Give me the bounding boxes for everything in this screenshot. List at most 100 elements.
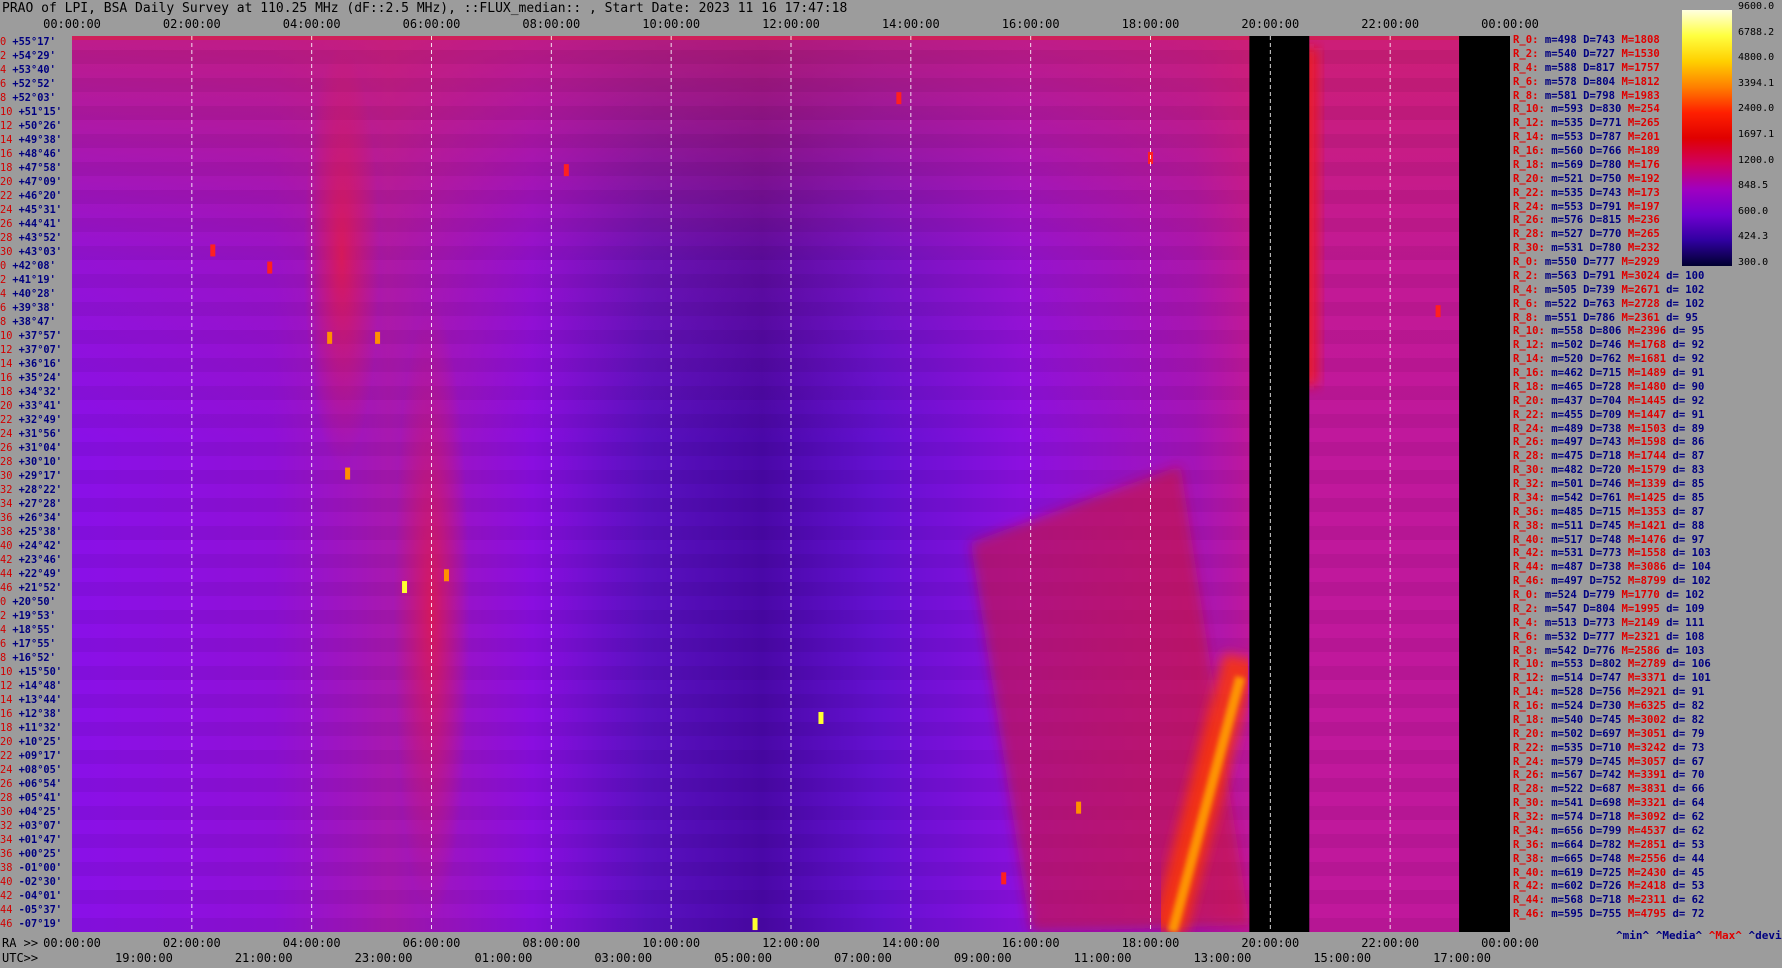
- stats-devia: d= 102: [1659, 283, 1705, 296]
- row-index-label: 18: [0, 386, 13, 398]
- stats-row: R_12: m=514 D=747 M=3371 d= 101: [1513, 672, 1711, 684]
- stats-label: R_38:: [1513, 519, 1545, 532]
- stats-row: R_10: m=593 D=830 M=254: [1513, 103, 1660, 115]
- stats-median: D=709: [1583, 408, 1622, 421]
- stats-label: R_0:: [1513, 34, 1539, 46]
- colorbar-tick-label: 2400.0: [1738, 103, 1775, 115]
- stats-max: M=2929: [1615, 256, 1660, 268]
- declination-label: 42 -04°01': [0, 891, 62, 902]
- stats-label: R_22:: [1513, 186, 1545, 199]
- declination-label: 4 +40°28': [0, 289, 56, 300]
- stats-max: M=201: [1621, 131, 1660, 144]
- stats-max: M=2396: [1621, 325, 1667, 338]
- stats-min: m=522: [1538, 297, 1577, 310]
- stats-min: m=535: [1544, 186, 1584, 199]
- row-index-label: 14: [0, 358, 13, 370]
- declination-label: 30 +04°25': [0, 807, 62, 818]
- declination-label: 10 +51°15': [0, 107, 62, 118]
- stats-median: D=687: [1583, 783, 1622, 796]
- stats-max: M=3057: [1621, 755, 1667, 768]
- stats-max: M=1447: [1621, 408, 1667, 421]
- stats-median: D=742: [1583, 769, 1622, 782]
- declination-value: +26°34': [12, 512, 63, 524]
- stats-median: D=777: [1576, 630, 1616, 643]
- stats-max: M=189: [1621, 145, 1660, 157]
- declination-label: 38 +25°38': [0, 527, 62, 538]
- stats-devia: d= 70: [1666, 769, 1705, 782]
- ra-axis-tick-label: 00:00:00: [1481, 936, 1539, 950]
- stats-label: R_24:: [1513, 422, 1545, 435]
- stats-row: R_8: m=551 D=786 M=2361 d= 95: [1513, 312, 1698, 324]
- colorbar-tick-label: 1200.0: [1738, 154, 1775, 166]
- stats-median: D=738: [1583, 422, 1622, 435]
- stats-row: R_10: m=558 D=806 M=2396 d= 95: [1513, 325, 1704, 337]
- row-index-label: 36: [0, 848, 13, 860]
- stats-max: M=1770: [1615, 589, 1660, 601]
- declination-label: 28 +30°10': [0, 457, 62, 468]
- stats-label: R_12:: [1513, 672, 1545, 685]
- declination-value: +39°38': [6, 302, 56, 314]
- row-index-label: 12: [0, 120, 13, 132]
- stats-median: D=791: [1583, 200, 1622, 213]
- row-index-label: 12: [0, 680, 13, 692]
- stats-min: m=588: [1538, 61, 1577, 74]
- declination-label: 32 +03°07': [0, 821, 62, 832]
- colorbar-tick-label: 6788.2: [1738, 26, 1775, 38]
- stats-label: R_12:: [1513, 117, 1545, 130]
- stats-median: D=727: [1576, 47, 1616, 60]
- ra-axis-tick-label: 04:00:00: [282, 936, 341, 950]
- declination-value: +13°44': [12, 694, 63, 706]
- stats-devia: d= 108: [1659, 630, 1705, 643]
- stats-label: R_28:: [1513, 783, 1545, 796]
- stats-min: m=576: [1544, 214, 1584, 227]
- blanked-region: [1249, 36, 1310, 932]
- stats-min: m=465: [1544, 380, 1584, 393]
- stats-max: M=1579: [1621, 464, 1667, 477]
- stats-label: R_38:: [1513, 852, 1545, 865]
- stats-min: m=553: [1544, 658, 1584, 671]
- declination-value: +06°54': [12, 778, 63, 790]
- stats-median: D=787: [1583, 131, 1622, 144]
- declination-value: +27°28': [12, 498, 63, 510]
- stats-min: m=578: [1538, 75, 1577, 88]
- stats-row: R_8: m=581 D=798 M=1983: [1513, 90, 1660, 102]
- declination-label: 8 +16°52': [0, 653, 56, 664]
- stats-min: m=547: [1538, 602, 1577, 615]
- row-index-label: 20: [0, 400, 13, 412]
- stats-max: M=3024: [1615, 269, 1660, 282]
- row-index-label: 38: [0, 862, 13, 874]
- stats-median: D=743: [1583, 436, 1622, 449]
- stats-row: R_26: m=567 D=742 M=3391 d= 70: [1513, 769, 1704, 781]
- declination-label: 6 +39°38': [0, 303, 56, 314]
- stats-max: M=1598: [1621, 436, 1667, 449]
- stats-median: D=755: [1583, 908, 1622, 921]
- stats-row: R_28: m=475 D=718 M=1744 d= 87: [1513, 450, 1704, 462]
- stats-min: m=482: [1544, 464, 1584, 477]
- declination-label: 8 +38°47': [0, 317, 56, 328]
- stats-label: R_8:: [1513, 644, 1539, 657]
- declination-label: 0 +42°08': [0, 261, 56, 272]
- stats-min: m=462: [1544, 367, 1584, 379]
- stats-max: M=8799: [1621, 575, 1667, 588]
- stats-devia: d= 73: [1666, 741, 1705, 754]
- stats-label: R_46:: [1513, 575, 1545, 588]
- declination-label: 12 +14°48': [0, 681, 62, 692]
- declination-value: +24°42': [12, 540, 63, 552]
- stats-devia: d= 66: [1666, 783, 1705, 796]
- stats-label: R_4:: [1513, 283, 1539, 296]
- point-source: [1435, 305, 1441, 318]
- declination-label: 46 +21°52': [0, 583, 62, 594]
- stats-min: m=541: [1544, 797, 1584, 810]
- stats-max: M=254: [1621, 103, 1660, 116]
- stats-median: D=715: [1583, 367, 1622, 379]
- stats-row: R_42: m=602 D=726 M=2418 d= 53: [1513, 880, 1704, 892]
- stats-label: R_2:: [1513, 269, 1539, 282]
- declination-label: 30 +43°03': [0, 247, 62, 258]
- stats-label: R_6:: [1513, 75, 1539, 88]
- stats-devia: d= 91: [1666, 367, 1705, 379]
- point-source: [402, 581, 408, 594]
- stats-label: R_6:: [1513, 297, 1539, 310]
- declination-value: +47°09': [12, 176, 63, 188]
- stats-row: R_38: m=665 D=748 M=2556 d= 44: [1513, 853, 1704, 865]
- declination-value: +48°46': [12, 148, 63, 160]
